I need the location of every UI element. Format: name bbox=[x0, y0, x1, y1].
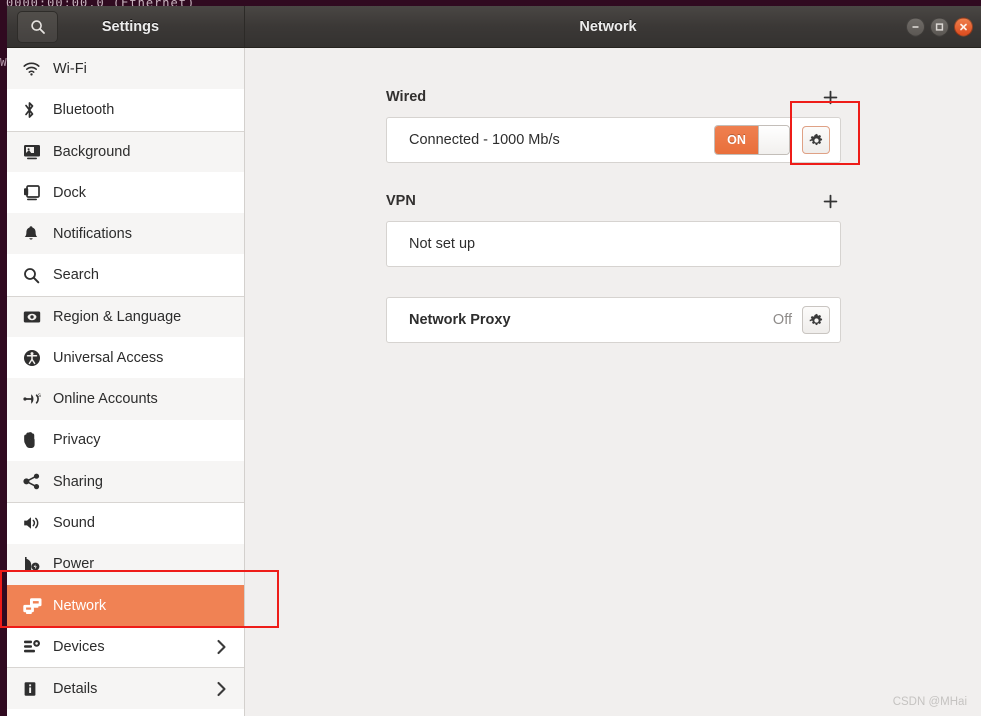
search-icon bbox=[30, 19, 46, 35]
gear-icon bbox=[809, 313, 824, 328]
region-language-icon bbox=[23, 307, 49, 327]
sidebar-item-label: Bluetooth bbox=[53, 101, 115, 118]
minimize-icon bbox=[911, 22, 920, 31]
chevron-right-icon bbox=[216, 681, 227, 697]
settings-window: Settings Network Wi-Fi Bluetooth Backgro… bbox=[7, 6, 981, 716]
wired-section: Wired Connected - 1000 Mb/s ON bbox=[386, 86, 841, 163]
sidebar-item-label: Details bbox=[53, 680, 98, 697]
window-title: Network bbox=[579, 18, 637, 35]
minimize-button[interactable] bbox=[906, 17, 925, 36]
network-proxy-label: Network Proxy bbox=[409, 312, 511, 328]
add-vpn-button[interactable] bbox=[819, 190, 841, 212]
wired-toggle[interactable]: ON bbox=[714, 125, 790, 155]
sidebar-item-power[interactable]: Power bbox=[7, 543, 244, 585]
network-settings-content: Wired Connected - 1000 Mb/s ON VPN Not s… bbox=[245, 48, 981, 716]
details-info-icon bbox=[23, 679, 49, 699]
settings-sidebar: Wi-Fi Bluetooth Background Dock Notifica… bbox=[7, 48, 245, 716]
sidebar-item-label: Sound bbox=[53, 515, 95, 532]
wired-section-header: Wired bbox=[386, 86, 841, 108]
sidebar-item-online-accounts[interactable]: s Online Accounts bbox=[7, 378, 244, 420]
titlebar: Settings Network bbox=[7, 6, 981, 48]
sidebar-item-notifications[interactable]: Notifications bbox=[7, 213, 244, 255]
close-button[interactable] bbox=[954, 17, 973, 36]
sidebar-item-label: Universal Access bbox=[53, 349, 164, 366]
gear-icon bbox=[809, 133, 824, 148]
titlebar-left-section: Settings bbox=[7, 6, 245, 47]
chevron-right-icon bbox=[216, 639, 227, 655]
sidebar-item-label: Power bbox=[53, 556, 95, 573]
search-button[interactable] bbox=[17, 11, 58, 43]
titlebar-right-section: Network bbox=[245, 6, 981, 47]
network-proxy-status: Off bbox=[772, 312, 792, 328]
wired-connection-row[interactable]: Connected - 1000 Mb/s ON bbox=[386, 117, 841, 163]
power-icon bbox=[23, 554, 49, 574]
sidebar-item-label: Privacy bbox=[53, 432, 101, 449]
maximize-icon bbox=[935, 22, 944, 31]
sidebar-item-background[interactable]: Background bbox=[7, 130, 244, 172]
window-controls bbox=[906, 17, 973, 36]
vpn-section-header: VPN bbox=[386, 190, 841, 212]
network-proxy-row[interactable]: Network Proxy Off bbox=[386, 297, 841, 343]
sidebar-item-bluetooth[interactable]: Bluetooth bbox=[7, 89, 244, 130]
sharing-icon bbox=[23, 472, 49, 492]
sidebar-item-details[interactable]: Details bbox=[7, 667, 244, 709]
sidebar-item-label: Search bbox=[53, 267, 99, 284]
sidebar-item-label: Online Accounts bbox=[53, 391, 158, 408]
network-proxy-settings-button[interactable] bbox=[802, 306, 830, 334]
sidebar-item-region-language[interactable]: Region & Language bbox=[7, 295, 244, 338]
watermark: CSDN @MHai bbox=[892, 696, 967, 708]
background-icon bbox=[23, 142, 49, 162]
network-proxy-section: Network Proxy Off bbox=[386, 297, 841, 343]
search-icon bbox=[23, 265, 49, 285]
svg-text:s: s bbox=[38, 393, 41, 399]
sidebar-item-network[interactable]: Network bbox=[7, 584, 244, 627]
sidebar-item-label: Region & Language bbox=[53, 308, 182, 325]
sidebar-item-universal-access[interactable]: Universal Access bbox=[7, 337, 244, 378]
bell-icon bbox=[23, 224, 49, 244]
wired-settings-button[interactable] bbox=[802, 126, 830, 154]
sidebar-item-label: Devices bbox=[53, 638, 105, 655]
maximize-button[interactable] bbox=[930, 17, 949, 36]
dock-icon bbox=[23, 183, 49, 203]
sidebar-item-search[interactable]: Search bbox=[7, 254, 244, 295]
wifi-icon bbox=[23, 59, 49, 79]
sound-icon bbox=[23, 513, 49, 533]
wired-connection-label: Connected - 1000 Mb/s bbox=[409, 132, 560, 148]
vpn-title: VPN bbox=[386, 193, 416, 209]
sidebar-item-privacy[interactable]: Privacy bbox=[7, 420, 244, 461]
close-icon bbox=[959, 22, 968, 31]
sidebar-item-dock[interactable]: Dock bbox=[7, 172, 244, 213]
sidebar-item-devices[interactable]: Devices bbox=[7, 626, 244, 667]
sidebar-item-label: Notifications bbox=[53, 225, 132, 242]
vpn-status-label: Not set up bbox=[409, 236, 476, 252]
online-accounts-icon: s bbox=[23, 389, 49, 409]
vpn-section: VPN Not set up bbox=[386, 190, 841, 267]
sidebar-item-wi-fi[interactable]: Wi-Fi bbox=[7, 48, 244, 90]
sidebar-item-sound[interactable]: Sound bbox=[7, 502, 244, 543]
window-body: Wi-Fi Bluetooth Background Dock Notifica… bbox=[7, 48, 981, 716]
wired-toggle-knob bbox=[758, 126, 789, 154]
vpn-status-row[interactable]: Not set up bbox=[386, 221, 841, 267]
sidebar-item-label: Background bbox=[53, 143, 131, 160]
sidebar-item-label: Wi-Fi bbox=[53, 60, 87, 77]
devices-icon bbox=[23, 637, 49, 657]
bluetooth-icon bbox=[23, 100, 49, 120]
privacy-hand-icon bbox=[23, 430, 49, 450]
sidebar-item-label: Network bbox=[53, 597, 107, 614]
wired-title: Wired bbox=[386, 89, 427, 105]
network-icon bbox=[23, 596, 49, 616]
add-wired-button[interactable] bbox=[819, 86, 841, 108]
sidebar-item-label: Dock bbox=[53, 184, 87, 201]
universal-access-icon bbox=[23, 348, 49, 368]
sidebar-item-label: Sharing bbox=[53, 473, 103, 490]
sidebar-item-sharing[interactable]: Sharing bbox=[7, 460, 244, 503]
wired-toggle-state: ON bbox=[715, 126, 758, 154]
